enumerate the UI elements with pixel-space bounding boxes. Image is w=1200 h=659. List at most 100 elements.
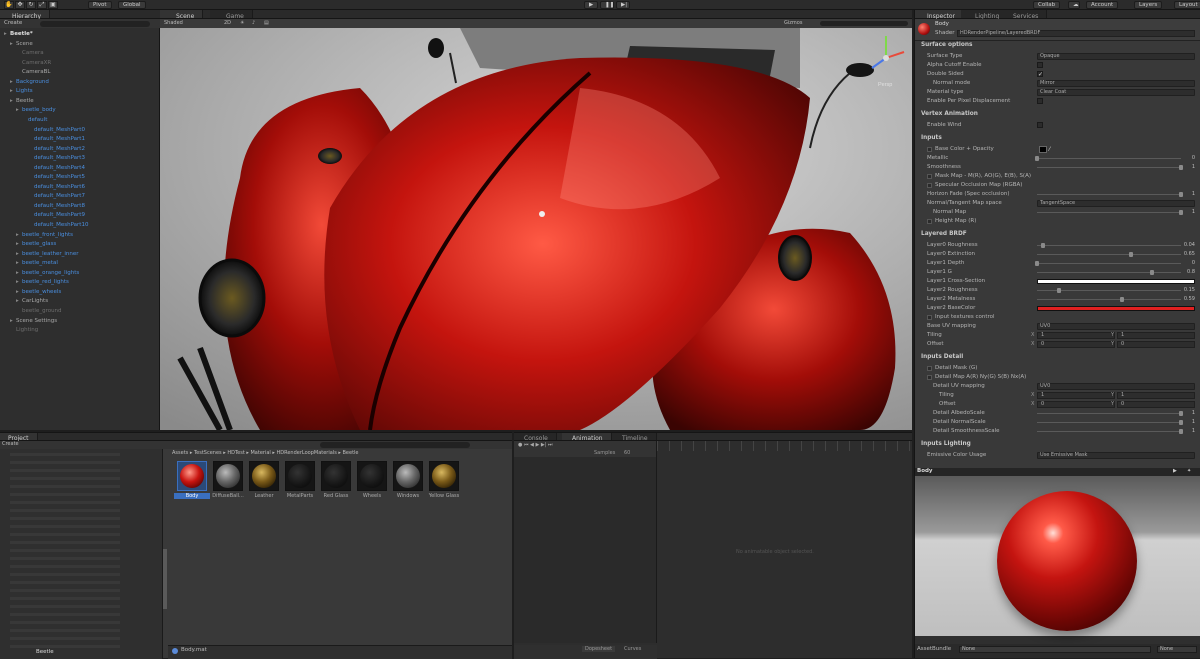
hierarchy-item[interactable]: ▸ beetle_wheels [16,288,61,297]
project-create-button[interactable]: Create [2,441,19,447]
vector-field-y[interactable]: Y1 [1111,392,1195,399]
samples-value[interactable]: 60 [624,450,630,456]
property-dropdown[interactable]: UV0 [1037,383,1195,390]
property-dropdown[interactable]: UV0 [1037,323,1195,330]
hierarchy-item[interactable]: default_MeshPart10 [28,221,88,230]
vector-field-x[interactable]: X0 [1031,401,1115,408]
texture-slot-icon[interactable] [927,366,932,371]
slider-value[interactable]: 0.65 [1184,250,1195,259]
tab-lighting[interactable]: Lighting [961,10,1009,20]
property-slider[interactable] [1037,270,1181,275]
tab-services[interactable]: Services [1005,10,1048,20]
hierarchy-item[interactable]: ▸ Background [10,78,49,87]
inspector-section-header[interactable]: Layered BRDF [921,231,967,237]
asset-thumbnail[interactable] [249,461,279,491]
assetbundle-dropdown[interactable]: None [959,646,1151,653]
dopesheet-button[interactable]: Dopesheet [582,646,616,652]
inspector-section-header[interactable]: Inputs [921,135,942,141]
preview-viewport[interactable] [915,476,1200,636]
hierarchy-item[interactable]: ▸ Beetle [10,97,34,106]
inspector-section-header[interactable]: Inputs Lighting [921,441,971,447]
texture-slot-icon[interactable] [927,174,932,179]
hierarchy-item[interactable]: ▸ beetle_leather_inner [16,250,79,259]
slider-value[interactable]: 1 [1192,427,1195,436]
slider-value[interactable]: 1 [1192,409,1195,418]
hierarchy-item[interactable]: CameraXR [16,59,51,68]
asset-thumbnail[interactable] [285,461,315,491]
asset-thumbnail[interactable] [429,461,459,491]
hierarchy-item[interactable]: default_MeshPart9 [28,211,85,220]
audio-toggle-icon[interactable]: ♪ [252,20,255,26]
tab-timeline[interactable]: Timeline [612,433,657,442]
property-slider[interactable] [1037,297,1181,302]
hierarchy-item[interactable]: default_MeshPart8 [28,202,85,211]
slider-value[interactable]: 0 [1192,154,1195,163]
hierarchy-item[interactable]: ▸ Scene Settings [10,317,57,326]
tab-animation[interactable]: Animation [562,433,612,442]
texture-slot-icon[interactable] [927,183,932,188]
slider-handle[interactable] [1179,165,1183,170]
asset-thumbnail[interactable] [177,461,207,491]
play-button[interactable]: ▶ [584,1,598,9]
step-button[interactable]: ▶| [616,1,630,9]
layers-button[interactable]: Layers [1134,1,1163,9]
hierarchy-item[interactable]: ▸ beetle_body [16,106,56,115]
property-slider[interactable] [1037,429,1183,434]
account-button[interactable]: Account [1086,1,1119,9]
hierarchy-item[interactable]: ▸ Scene [10,40,33,49]
vector-field-y[interactable]: Y0 [1111,341,1195,348]
property-checkbox[interactable]: ✓ [1037,71,1043,78]
assetbundle-variant-dropdown[interactable]: None [1157,646,1197,653]
slider-value[interactable]: 0.8 [1187,268,1195,277]
texture-slot-icon[interactable] [927,147,932,152]
hierarchy-item[interactable]: default [22,116,47,125]
hierarchy-item[interactable]: ▸ CarLights [16,297,48,306]
hierarchy-item[interactable]: ▸ beetle_metal [16,259,58,268]
global-button[interactable]: Global [118,1,146,9]
tab-console[interactable]: Console [514,433,557,442]
hierarchy-search-input[interactable] [40,21,150,27]
slider-value[interactable]: 0.04 [1184,241,1195,250]
animation-timeline-ruler[interactable] [657,441,912,451]
slider-handle[interactable] [1179,192,1183,197]
hierarchy-item[interactable]: beetle_ground [16,307,62,316]
slider-handle[interactable] [1179,420,1183,425]
tab-game[interactable]: Game [210,10,253,20]
property-slider[interactable] [1037,165,1183,170]
property-slider[interactable] [1037,210,1183,215]
move-tool-icon[interactable]: ✥ [15,1,25,9]
texture-slot-icon[interactable] [927,375,932,380]
property-slider[interactable] [1037,411,1183,416]
color-swatch[interactable] [1037,306,1195,311]
inspector-section-header[interactable]: Vertex Animation [921,111,978,117]
2d-toggle[interactable]: 2D [224,20,231,26]
property-dropdown[interactable]: Clear Coat [1037,89,1195,96]
hierarchy-item[interactable]: ▸ beetle_orange_lights [16,269,79,278]
color-swatch[interactable] [1037,279,1195,284]
tab-scene[interactable]: Scene [160,10,204,20]
slider-handle[interactable] [1056,288,1061,293]
preview-play-icon[interactable]: ▶ [1173,468,1177,474]
hierarchy-item[interactable]: ▸ beetle_glass [16,240,56,249]
asset-thumbnail[interactable] [321,461,351,491]
tab-hierarchy[interactable]: Hierarchy [0,10,51,20]
property-checkbox[interactable] [1037,98,1043,104]
property-checkbox[interactable] [1037,62,1043,68]
property-slider[interactable] [1037,252,1181,257]
record-button[interactable]: ● ⏮ ◀ ▶ ▶| ⏭ [518,442,553,448]
rect-tool-icon[interactable]: ▣ [48,1,58,9]
asset-thumbnail[interactable] [393,461,423,491]
slider-handle[interactable] [1179,429,1183,434]
texture-slot-icon[interactable] [927,315,932,320]
project-folder-tree[interactable] [0,449,167,659]
slider-handle[interactable] [1150,270,1155,275]
property-dropdown[interactable]: Mirror [1037,80,1195,87]
slider-handle[interactable] [1179,210,1183,215]
property-slider[interactable] [1037,288,1181,293]
color-picker-icon[interactable]: ⁄ [1049,145,1050,154]
inspector-section-header[interactable]: Surface options [921,42,972,48]
inspector-section-header[interactable]: Inputs Detail [921,354,963,360]
hierarchy-item[interactable]: default_MeshPart2 [28,145,85,154]
tab-project[interactable]: Project [0,433,38,442]
project-search-input[interactable] [320,442,470,448]
